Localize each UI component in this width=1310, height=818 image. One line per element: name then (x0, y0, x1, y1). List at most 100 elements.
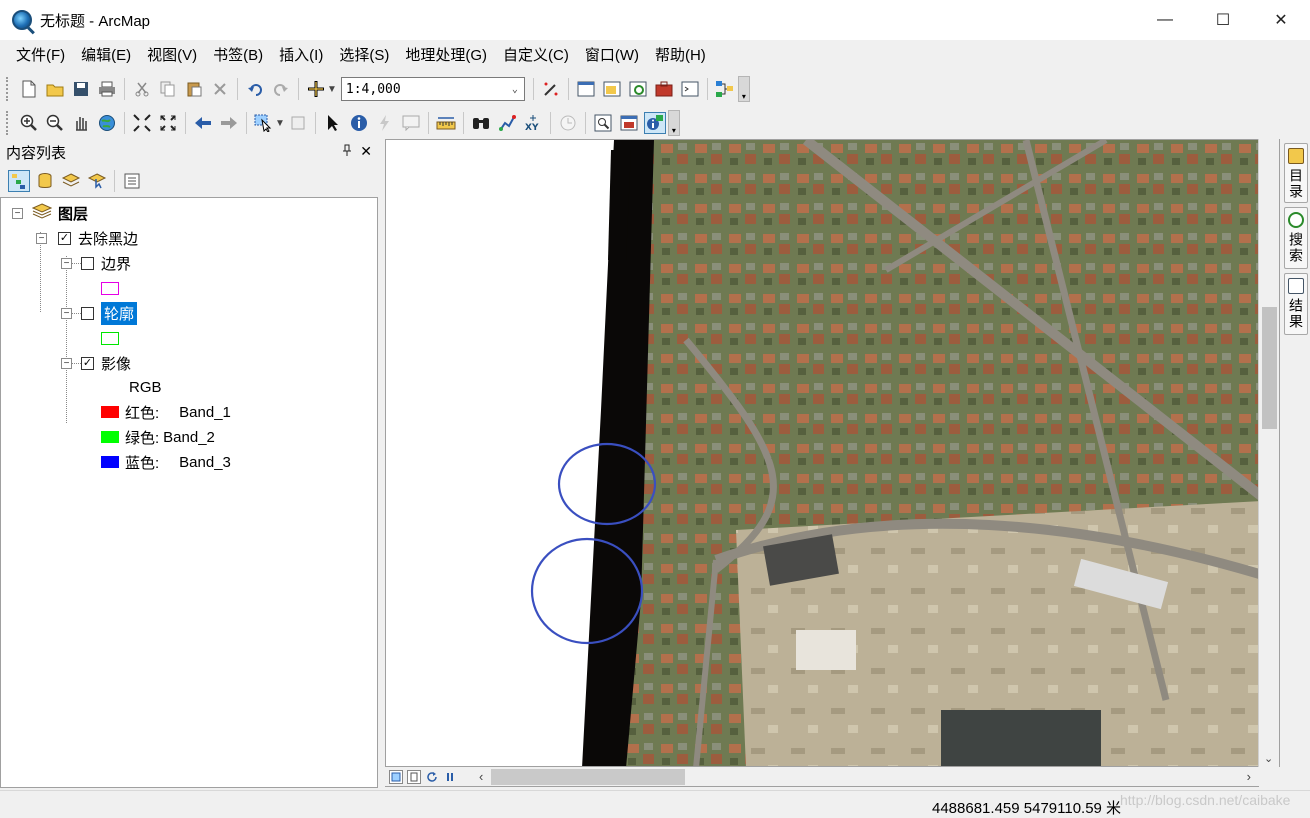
catalog-window-icon[interactable] (601, 78, 623, 100)
band-green-row[interactable]: 绿色: Band_2 (101, 426, 215, 448)
list-by-source-icon[interactable] (34, 170, 56, 192)
toolbar-grip[interactable] (6, 111, 10, 135)
menu-help[interactable]: 帮助(H) (647, 44, 714, 68)
create-viewer-window-icon[interactable] (592, 112, 614, 134)
undo-icon[interactable] (244, 78, 266, 100)
cut-icon[interactable] (131, 78, 153, 100)
refresh-icon[interactable] (425, 770, 439, 784)
map-scale-dropdown[interactable]: 1:4,000 ⌄ (340, 77, 525, 101)
arctoolbox-icon[interactable] (653, 78, 675, 100)
menu-selection[interactable]: 选择(S) (331, 44, 397, 68)
collapse-icon[interactable]: − (61, 257, 72, 269)
scroll-left-arrow-icon[interactable]: ‹ (479, 769, 483, 784)
scrollbar-thumb[interactable] (1262, 307, 1277, 429)
collapse-icon[interactable]: − (61, 307, 72, 319)
pin-icon[interactable] (342, 143, 352, 160)
toolbar-grip[interactable] (6, 77, 10, 101)
print-icon[interactable] (96, 78, 118, 100)
add-data-icon[interactable] (305, 78, 327, 100)
zoom-out-icon[interactable] (44, 112, 66, 134)
copy-icon[interactable] (157, 78, 179, 100)
toolbar-overflow-button[interactable]: ▾ (667, 110, 680, 136)
layout-view-icon[interactable] (407, 769, 421, 784)
layer-visibility-checkbox[interactable] (81, 306, 94, 320)
red-band-swatch[interactable] (101, 406, 119, 418)
fixed-zoom-out-icon[interactable] (157, 112, 179, 134)
chevron-down-icon[interactable]: ▼ (275, 118, 285, 129)
tree-layer-outline[interactable]: − 轮廓 (61, 301, 138, 325)
collapse-icon[interactable]: − (61, 357, 72, 369)
menu-edit[interactable]: 编辑(E) (73, 44, 139, 68)
time-slider-icon[interactable] (557, 112, 579, 134)
toc-close-icon[interactable]: ✕ (360, 143, 372, 160)
pan-hand-icon[interactable] (70, 112, 92, 134)
map-vertical-scrollbar[interactable]: ⌄ (1258, 139, 1279, 767)
menu-customize[interactable]: 自定义(C) (495, 44, 577, 68)
list-by-drawing-order-icon[interactable] (8, 170, 30, 192)
find-binoculars-icon[interactable] (470, 112, 492, 134)
chevron-down-icon[interactable]: ▼ (327, 84, 337, 95)
polygon-symbol-green[interactable] (101, 331, 119, 345)
open-folder-icon[interactable] (44, 78, 66, 100)
toc-options-icon[interactable] (121, 170, 143, 192)
identify-icon[interactable] (348, 112, 370, 134)
save-icon[interactable] (70, 78, 92, 100)
fixed-zoom-in-icon[interactable] (131, 112, 153, 134)
dock-tab-catalog[interactable]: 目录 (1284, 143, 1308, 203)
search-window-icon[interactable] (627, 78, 649, 100)
chevron-down-icon[interactable]: ⌄ (512, 84, 518, 95)
polygon-symbol-magenta[interactable] (101, 281, 119, 295)
tree-root-layers[interactable]: − 图层 (12, 202, 88, 224)
scroll-right-arrow-icon[interactable]: › (1247, 769, 1251, 784)
table-of-contents-window-icon[interactable] (575, 78, 597, 100)
layer-symbol-outline[interactable] (101, 327, 119, 349)
select-elements-arrow-icon[interactable] (322, 112, 344, 134)
redo-icon[interactable] (270, 78, 292, 100)
collapse-icon[interactable]: − (12, 207, 23, 219)
list-by-visibility-icon[interactable] (60, 170, 82, 192)
list-by-selection-icon[interactable] (86, 170, 108, 192)
delete-icon[interactable] (209, 78, 231, 100)
map-display[interactable] (385, 139, 1280, 767)
menu-windows[interactable]: 窗口(W) (577, 44, 647, 68)
blue-band-swatch[interactable] (101, 456, 119, 468)
editor-toolbar-icon[interactable] (540, 78, 562, 100)
select-features-icon[interactable] (253, 112, 275, 134)
band-red-row[interactable]: 红色: Band_1 (101, 401, 231, 423)
menu-file[interactable]: 文件(F) (8, 44, 73, 68)
scroll-down-arrow-icon[interactable]: ⌄ (1264, 752, 1273, 765)
menu-insert[interactable]: 插入(I) (271, 44, 331, 68)
menu-geoprocessing[interactable]: 地理处理(G) (397, 44, 495, 68)
green-band-swatch[interactable] (101, 431, 119, 443)
html-popup-icon[interactable] (400, 112, 422, 134)
data-view-icon[interactable] (389, 769, 403, 784)
clear-selection-icon[interactable] (287, 112, 309, 134)
layer-info-icon[interactable] (643, 112, 666, 134)
tree-layer-image[interactable]: − ✓ 影像 (61, 352, 131, 374)
layer-symbol-boundary[interactable] (101, 277, 119, 299)
modelbuilder-icon[interactable] (714, 78, 736, 100)
group-visibility-checkbox[interactable]: ✓ (58, 231, 71, 245)
aerial-imagery[interactable] (386, 140, 1279, 767)
horizontal-scrollbar-thumb[interactable] (491, 768, 686, 785)
new-document-icon[interactable] (18, 78, 40, 100)
python-window-icon[interactable] (679, 78, 701, 100)
dock-tab-results[interactable]: 结果 (1284, 273, 1308, 335)
tree-layer-boundary[interactable]: − 边界 (61, 252, 131, 274)
menu-view[interactable]: 视图(V) (139, 44, 205, 68)
measure-ruler-icon[interactable] (435, 112, 457, 134)
find-route-icon[interactable] (496, 112, 518, 134)
collapse-icon[interactable]: − (36, 232, 47, 244)
go-to-xy-icon[interactable]: XY (522, 112, 544, 134)
hyperlink-icon[interactable] (374, 112, 396, 134)
pause-drawing-icon[interactable] (443, 770, 457, 784)
layer-visibility-checkbox[interactable] (81, 256, 94, 270)
swipe-layer-icon[interactable] (618, 112, 640, 134)
paste-icon[interactable] (183, 78, 205, 100)
maximize-button[interactable]: ☐ (1194, 0, 1252, 40)
zoom-in-icon[interactable] (18, 112, 40, 134)
toolbar-overflow-button[interactable]: ▾ (737, 76, 750, 102)
back-arrow-icon[interactable] (192, 112, 214, 134)
full-extent-globe-icon[interactable] (96, 112, 118, 134)
dock-tab-search[interactable]: 搜索 (1284, 207, 1308, 269)
